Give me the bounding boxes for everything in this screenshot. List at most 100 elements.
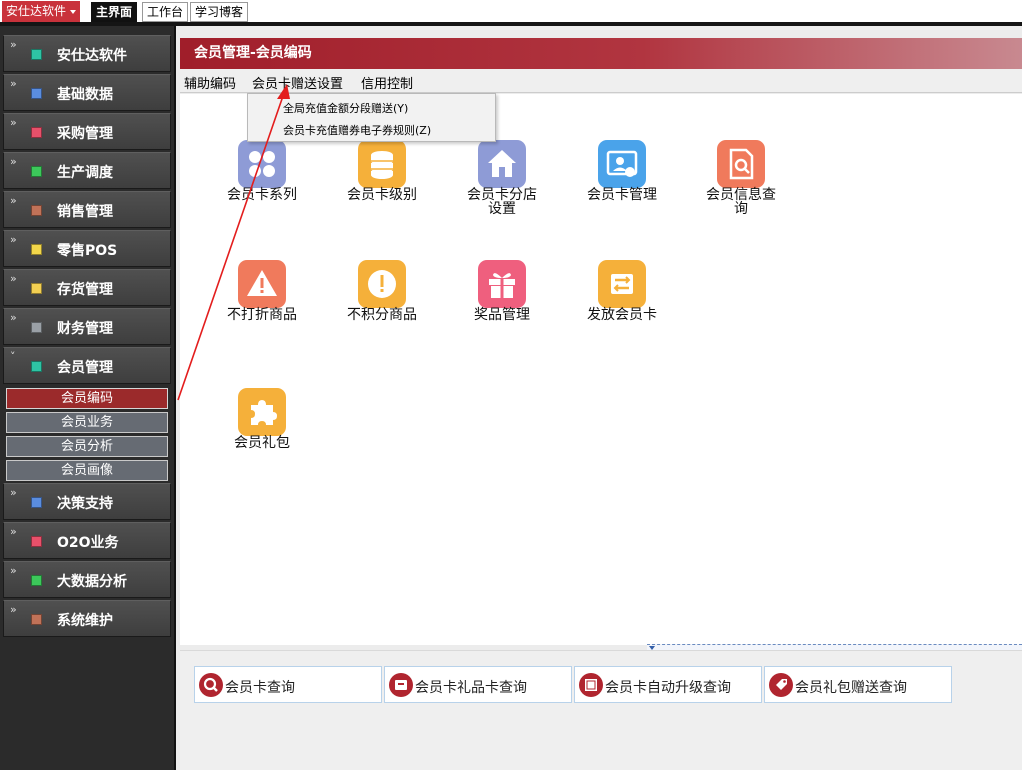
tile-issue-member-card[interactable]: 发放会员卡	[577, 260, 667, 340]
query-button-gift-pack-gift[interactable]: 会员礼包赠送查询	[764, 666, 952, 703]
sidebar-item-finance[interactable]: » 财务管理	[3, 308, 171, 345]
menu-card-gift-settings[interactable]: 会员卡赠送设置	[252, 73, 343, 92]
function-icon-grid: 会员卡系列 会员卡级别 会员卡分店 设置 会员卡管理 会员信息查 询 不打折商品…	[180, 94, 1022, 645]
tile-card-series[interactable]: 会员卡系列	[217, 140, 307, 220]
chevron-right-icon: »	[10, 272, 17, 285]
tile-card-branch-settings[interactable]: 会员卡分店 设置	[457, 140, 547, 220]
tag-icon	[769, 673, 793, 697]
sidebar-item-label: 零售POS	[57, 243, 118, 259]
query-bar: 会员卡查询 会员卡礼品卡查询 会员卡自动升级查询 会员礼包赠送查询	[180, 650, 1022, 770]
sidebar-item-decision-support[interactable]: » 决策支持	[3, 483, 171, 520]
chevron-right-icon: »	[10, 311, 17, 324]
sidebar-item-sales[interactable]: » 销售管理	[3, 191, 171, 228]
swap-icon	[598, 260, 646, 308]
query-button-label: 会员礼包赠送查询	[795, 680, 907, 696]
sidebar-item-label: 会员管理	[57, 360, 113, 376]
grid-icon	[238, 140, 286, 188]
member-card-icon	[598, 140, 646, 188]
sidebar: » 安仕达软件 » 基础数据 » 采购管理 » 生产调度 » 销售管理 » 零售…	[0, 26, 176, 770]
doc-search-icon	[717, 140, 765, 188]
sidebar-item-production[interactable]: » 生产调度	[3, 152, 171, 189]
sidebar-item-label: 决策支持	[57, 496, 113, 512]
dropdown-item-global-recharge-gift[interactable]: 全局充值金额分段赠送(Y)	[283, 100, 408, 116]
sidebar-item-label: 生产调度	[57, 165, 113, 181]
app-menu-button[interactable]: 安仕达软件	[2, 1, 80, 22]
puzzle-icon	[238, 388, 286, 436]
sidebar-item-inventory[interactable]: » 存货管理	[3, 269, 171, 306]
sidebar-item-label: O2O业务	[57, 535, 119, 551]
blue-square-icon	[31, 88, 42, 99]
gray-square-icon	[31, 322, 42, 333]
sidebar-subitem-member-code[interactable]: 会员编码	[6, 388, 168, 409]
tile-card-management[interactable]: 会员卡管理	[577, 140, 667, 220]
brown-square-icon	[31, 614, 42, 625]
query-button-gift-card[interactable]: 会员卡礼品卡查询	[384, 666, 572, 703]
sidebar-item-anshida[interactable]: » 安仕达软件	[3, 35, 171, 72]
sidebar-item-big-data[interactable]: » 大数据分析	[3, 561, 171, 598]
chevron-right-icon: »	[10, 38, 17, 51]
tile-label: 不打折商品	[227, 307, 297, 323]
query-button-label: 会员卡礼品卡查询	[415, 680, 527, 696]
sidebar-subitem-member-analysis[interactable]: 会员分析	[6, 436, 168, 457]
yellow-square-icon	[31, 283, 42, 294]
query-button-auto-upgrade[interactable]: 会员卡自动升级查询	[574, 666, 762, 703]
chevron-right-icon: »	[10, 525, 17, 538]
menu-bar: 辅助编码 会员卡赠送设置 信用控制	[180, 69, 1022, 93]
sidebar-item-o2o[interactable]: » O2O业务	[3, 522, 171, 559]
teal-square-icon	[31, 361, 42, 372]
pink-square-icon	[31, 536, 42, 547]
sidebar-item-system-maintenance[interactable]: » 系统维护	[3, 600, 171, 637]
tile-member-gift-pack[interactable]: 会员礼包	[217, 388, 307, 468]
tab-workbench[interactable]: 工作台	[142, 2, 189, 22]
tab-main[interactable]: 主界面	[91, 2, 138, 22]
tile-label: 不积分商品	[347, 307, 417, 323]
gift-icon	[478, 260, 526, 308]
sidebar-item-membership[interactable]: ˅ 会员管理	[3, 347, 171, 384]
tile-prize-management[interactable]: 奖品管理	[457, 260, 547, 340]
house-icon	[478, 140, 526, 188]
page-title: 会员管理-会员编码	[180, 38, 1022, 69]
yellow-square-icon	[31, 244, 42, 255]
tile-label: 会员卡分店 设置	[467, 187, 537, 217]
search-icon	[199, 673, 223, 697]
upgrade-icon	[579, 673, 603, 697]
tab-blog[interactable]: 学习博客	[190, 2, 249, 22]
chevron-right-icon: »	[10, 77, 17, 90]
gift-card-icon	[389, 673, 413, 697]
sidebar-item-label: 销售管理	[57, 204, 113, 220]
tile-label: 会员礼包	[234, 435, 290, 451]
tile-label: 会员卡级别	[347, 187, 417, 203]
sidebar-item-purchasing[interactable]: » 采购管理	[3, 113, 171, 150]
chevron-right-icon: »	[10, 486, 17, 499]
card-gift-settings-dropdown: 全局充值金额分段赠送(Y) 会员卡充值赠券电子券规则(Z)	[247, 93, 496, 142]
tile-label: 奖品管理	[474, 307, 530, 323]
sidebar-subitem-member-business[interactable]: 会员业务	[6, 412, 168, 433]
query-button-label: 会员卡自动升级查询	[605, 680, 731, 696]
chevron-right-icon: »	[10, 564, 17, 577]
tile-member-info-query[interactable]: 会员信息查询	[696, 140, 786, 220]
tile-card-level[interactable]: 会员卡级别	[337, 140, 427, 220]
sidebar-item-label: 存货管理	[57, 282, 113, 298]
sidebar-item-label: 系统维护	[57, 613, 113, 629]
tile-no-points-goods[interactable]: 不积分商品	[337, 260, 427, 340]
green-square-icon	[31, 575, 42, 586]
sidebar-item-basic-data[interactable]: » 基础数据	[3, 74, 171, 111]
tile-no-discount-goods[interactable]: 不打折商品	[217, 260, 307, 340]
pink-square-icon	[31, 127, 42, 138]
dropdown-item-recharge-coupon-rules[interactable]: 会员卡充值赠券电子券规则(Z)	[283, 122, 431, 138]
chevron-right-icon: »	[10, 155, 17, 168]
app-menu-label: 安仕达软件	[6, 4, 67, 18]
query-button-member-card[interactable]: 会员卡查询	[194, 666, 382, 703]
tile-label: 会员卡管理	[587, 187, 657, 203]
tile-label: 会员卡系列	[227, 187, 297, 203]
menu-credit-control[interactable]: 信用控制	[361, 73, 413, 92]
chevron-right-icon: »	[10, 603, 17, 616]
menu-auxiliary-code[interactable]: 辅助编码	[184, 73, 236, 92]
sidebar-item-retail-pos[interactable]: » 零售POS	[3, 230, 171, 267]
sidebar-subitem-member-portrait[interactable]: 会员画像	[6, 460, 168, 481]
sidebar-item-label: 采购管理	[57, 126, 113, 142]
chevron-down-icon	[70, 10, 76, 14]
sidebar-item-label: 基础数据	[57, 87, 113, 103]
warning-icon	[238, 260, 286, 308]
chevron-right-icon: »	[10, 116, 17, 129]
